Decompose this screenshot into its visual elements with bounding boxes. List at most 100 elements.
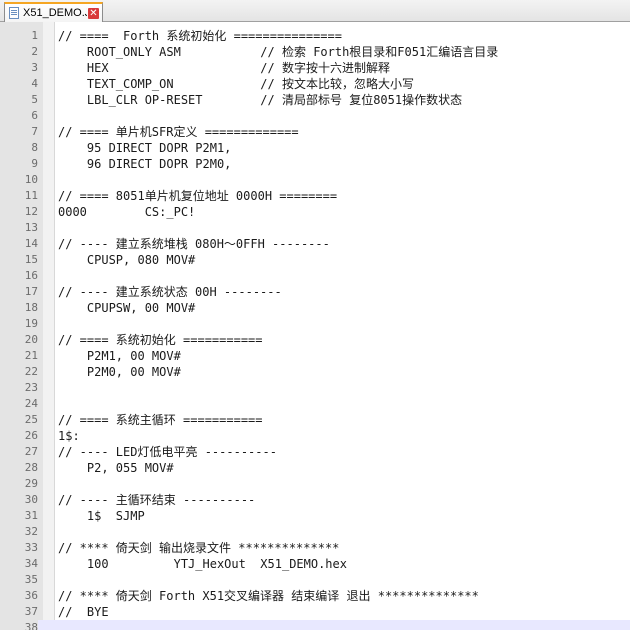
code-line[interactable]: 24 — [0, 396, 630, 412]
code-line[interactable]: 33 // **** 倚天剑 输出烧录文件 ************** — [0, 540, 630, 556]
tab-bar: X51_DEMO.J ✕ — [0, 0, 630, 22]
code-text: // ---- 主循环结束 ---------- — [58, 493, 256, 507]
code-line[interactable]: 1 // ==== Forth 系统初始化 =============== — [0, 28, 630, 44]
line-number: 37 — [24, 605, 38, 618]
code-line[interactable]: 32 — [0, 524, 630, 540]
code-line[interactable]: 30 // ---- 主循环结束 ---------- — [0, 492, 630, 508]
code-line[interactable]: 5 LBL_CLR OP-RESET // 清局部标号 复位8051操作数状态 — [0, 92, 630, 108]
code-line[interactable]: 18 CPUPSW, 00 MOV# — [0, 300, 630, 316]
code-line[interactable]: 27 // ---- LED灯低电平亮 ---------- — [0, 444, 630, 460]
line-number: 24 — [24, 397, 38, 410]
code-text: CPUPSW, 00 MOV# — [58, 301, 196, 315]
code-text: // ==== 8051单片机复位地址 0000H ======== — [58, 189, 338, 203]
code-text: P2, 055 MOV# — [58, 461, 174, 475]
tab-x51-demo[interactable]: X51_DEMO.J ✕ — [4, 2, 103, 22]
code-text: P2M0, 00 MOV# — [58, 365, 181, 379]
code-text: // ---- 建立系统堆栈 080H～0FFH -------- — [58, 237, 330, 251]
code-lines: 1// ==== Forth 系统初始化 =============== 2 RO… — [0, 28, 630, 630]
line-number: 9 — [31, 157, 38, 170]
code-line[interactable]: 21 P2M1, 00 MOV# — [0, 348, 630, 364]
code-text: 1$ SJMP — [58, 509, 145, 523]
code-text: TEXT_COMP_ON // 按文本比较，忽略大小写 — [58, 77, 414, 91]
code-text: 96 DIRECT DOPR P2M0, — [58, 157, 232, 171]
line-number: 36 — [24, 589, 38, 602]
code-line[interactable]: 37 // BYE — [0, 604, 630, 620]
line-number: 23 — [24, 381, 38, 394]
code-line[interactable]: 17 // ---- 建立系统状态 00H -------- — [0, 284, 630, 300]
code-text: // ==== Forth 系统初始化 =============== — [58, 29, 342, 43]
code-text: // ---- LED灯低电平亮 ---------- — [58, 445, 277, 459]
code-text: // **** 倚天剑 输出烧录文件 ************** — [58, 541, 340, 555]
line-number: 1 — [31, 29, 38, 42]
close-icon[interactable]: ✕ — [88, 7, 99, 19]
line-number: 28 — [24, 461, 38, 474]
code-line[interactable]: 35 — [0, 572, 630, 588]
code-text: LBL_CLR OP-RESET // 清局部标号 复位8051操作数状态 — [58, 93, 463, 107]
code-editor[interactable]: 1// ==== Forth 系统初始化 =============== 2 RO… — [0, 22, 630, 630]
line-number: 3 — [31, 61, 38, 74]
code-line[interactable]: 16 — [0, 268, 630, 284]
line-number: 13 — [24, 221, 38, 234]
line-number: 29 — [24, 477, 38, 490]
code-line[interactable]: 28 P2, 055 MOV# — [0, 460, 630, 476]
line-number: 2 — [31, 45, 38, 58]
code-line[interactable]: 10 — [0, 172, 630, 188]
line-number: 18 — [24, 301, 38, 314]
code-text: 95 DIRECT DOPR P2M1, — [58, 141, 232, 155]
line-number: 5 — [31, 93, 38, 106]
line-number: 4 — [31, 77, 38, 90]
code-line[interactable]: 25 // ==== 系统主循环 =========== — [0, 412, 630, 428]
line-number: 11 — [24, 189, 38, 202]
line-number: 20 — [24, 333, 38, 346]
line-number: 7 — [31, 125, 38, 138]
code-line[interactable]: 31 1$ SJMP — [0, 508, 630, 524]
code-line[interactable]: 3 HEX // 数字按十六进制解释 — [0, 60, 630, 76]
line-number: 21 — [24, 349, 38, 362]
line-number: 26 — [24, 429, 38, 442]
code-line[interactable]: 23 — [0, 380, 630, 396]
code-text: CPUSP, 080 MOV# — [58, 253, 196, 267]
code-line[interactable]: 26 1$: — [0, 428, 630, 444]
code-text: ROOT_ONLY ASM // 检索 Forth根目录和F051汇编语言目录 — [58, 45, 499, 59]
line-number: 19 — [24, 317, 38, 330]
code-line[interactable]: 9 96 DIRECT DOPR P2M0, — [0, 156, 630, 172]
code-text: // BYE — [58, 605, 109, 619]
line-number: 31 — [24, 509, 38, 522]
file-icon — [9, 7, 19, 19]
code-line[interactable]: 14 // ---- 建立系统堆栈 080H～0FFH -------- — [0, 236, 630, 252]
code-text: 1$: — [58, 429, 80, 443]
code-text: 0000 CS:_PC! — [58, 205, 196, 219]
code-line[interactable]: 34 100 YTJ_HexOut X51_DEMO.hex — [0, 556, 630, 572]
line-number: 17 — [24, 285, 38, 298]
line-number: 6 — [31, 109, 38, 122]
code-text: HEX // 数字按十六进制解释 — [58, 61, 390, 75]
code-line[interactable]: 20 // ==== 系统初始化 =========== — [0, 332, 630, 348]
code-line[interactable]: 13 — [0, 220, 630, 236]
code-line[interactable]: 19 — [0, 316, 630, 332]
code-text: 100 YTJ_HexOut X51_DEMO.hex — [58, 557, 347, 571]
line-number: 14 — [24, 237, 38, 250]
line-number: 35 — [24, 573, 38, 586]
line-number: 34 — [24, 557, 38, 570]
line-number: 25 — [24, 413, 38, 426]
code-text: P2M1, 00 MOV# — [58, 349, 181, 363]
line-number: 30 — [24, 493, 38, 506]
code-line[interactable]: 38 — [0, 620, 630, 630]
line-number: 15 — [24, 253, 38, 266]
code-line[interactable]: 36 // **** 倚天剑 Forth X51交叉编译器 结束编译 退出 ***… — [0, 588, 630, 604]
code-line[interactable]: 7 // ==== 单片机SFR定义 ============= — [0, 124, 630, 140]
line-number: 27 — [24, 445, 38, 458]
code-line[interactable]: 8 95 DIRECT DOPR P2M1, — [0, 140, 630, 156]
line-number: 38 — [0, 620, 38, 630]
line-number: 12 — [24, 205, 38, 218]
code-line[interactable]: 11 // ==== 8051单片机复位地址 0000H ======== — [0, 188, 630, 204]
line-number: 32 — [24, 525, 38, 538]
code-line[interactable]: 12 0000 CS:_PC! — [0, 204, 630, 220]
code-line[interactable]: 2 ROOT_ONLY ASM // 检索 Forth根目录和F051汇编语言目… — [0, 44, 630, 60]
code-line[interactable]: 15 CPUSP, 080 MOV# — [0, 252, 630, 268]
code-line[interactable]: 29 — [0, 476, 630, 492]
code-line[interactable]: 4 TEXT_COMP_ON // 按文本比较，忽略大小写 — [0, 76, 630, 92]
code-line[interactable]: 6 — [0, 108, 630, 124]
code-text: // ---- 建立系统状态 00H -------- — [58, 285, 282, 299]
code-line[interactable]: 22 P2M0, 00 MOV# — [0, 364, 630, 380]
